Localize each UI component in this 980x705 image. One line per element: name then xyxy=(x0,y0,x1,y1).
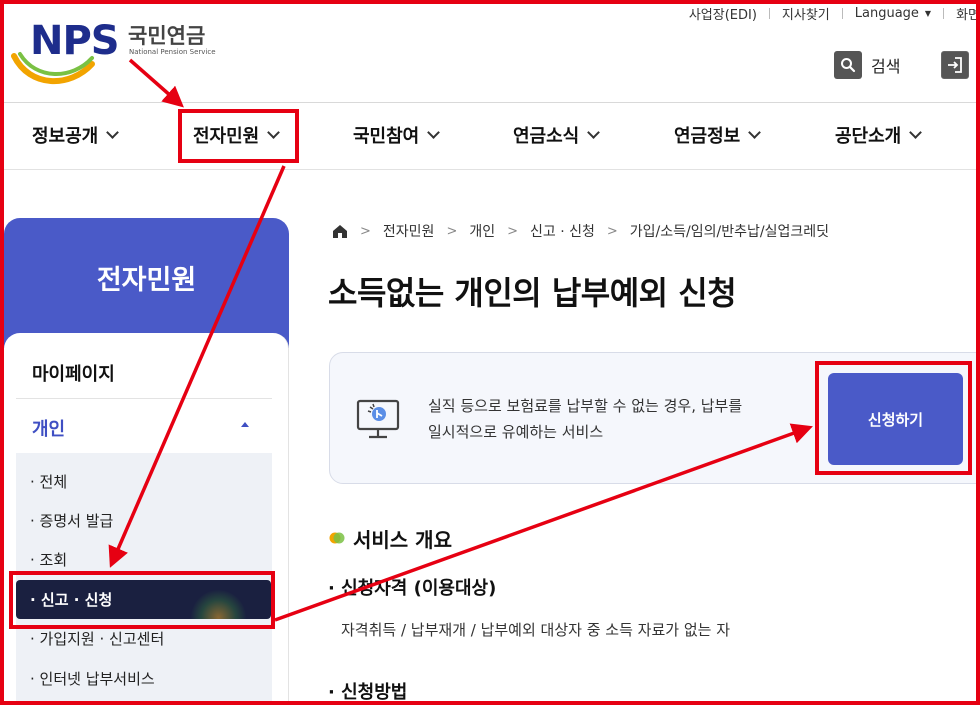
breadcrumb-item[interactable]: 개인 xyxy=(469,221,495,241)
chevron-right-icon: > xyxy=(446,223,458,239)
section-title: 서비스 개요 xyxy=(353,528,452,552)
highlight-box-gnb xyxy=(178,109,299,163)
collapse-arrow-icon[interactable] xyxy=(241,422,249,427)
service-description-line: 실직 등으로 보험료를 납부할 수 없는 경우, 납부를 xyxy=(428,397,743,415)
monitor-touch-icon xyxy=(356,399,400,439)
divider xyxy=(16,398,272,399)
chevron-down-icon xyxy=(427,125,441,139)
gnb-item-info[interactable]: 정보공개 xyxy=(32,122,120,148)
submenu-item-inquiry[interactable]: · 조회 xyxy=(30,549,67,570)
util-link-language[interactable]: Language xyxy=(855,6,919,21)
method-heading: · 신청방법 xyxy=(328,682,408,703)
gnb-label: 연금정보 xyxy=(674,126,741,147)
login-button[interactable] xyxy=(941,51,969,79)
service-description: 실직 등으로 보험료를 납부할 수 없는 경우, 납부를 일시적으로 유예하는 … xyxy=(428,393,742,445)
qualification-heading: · 신청자격 (이용대상) xyxy=(328,578,497,599)
util-link-branch[interactable]: 지사찾기 xyxy=(782,4,830,23)
qualification-text: 자격취득 / 납부재개 / 납부예외 대상자 중 소득 자료가 없는 자 xyxy=(341,621,730,639)
chevron-down-icon xyxy=(748,125,762,139)
nps-logo[interactable]: NPS 국민연금 National Pension Service xyxy=(10,14,240,85)
sidebar-title: 전자민원 xyxy=(96,265,197,296)
login-icon xyxy=(948,57,962,73)
util-separator xyxy=(943,8,945,19)
home-icon[interactable] xyxy=(332,223,348,239)
site-header: NPS 국민연금 National Pension Service 사업장(ED… xyxy=(0,0,980,103)
gnb-label: 연금소식 xyxy=(513,126,580,147)
page-title: 소득없는 개인의 납부예외 신청 xyxy=(328,274,737,312)
gnb-label: 공단소개 xyxy=(835,126,902,147)
breadcrumb-item[interactable]: 신고 · 신청 xyxy=(530,221,595,241)
breadcrumb-item[interactable]: 전자민원 xyxy=(383,221,435,241)
sidebar-item-private[interactable]: 개인 xyxy=(32,415,65,441)
caret-down-icon: ▼ xyxy=(924,9,932,18)
logo-korean-text: 국민연금 xyxy=(128,24,206,48)
search-label: 검색 xyxy=(871,57,901,76)
gnb-label: 정보공개 xyxy=(32,126,99,147)
gnb-item-about[interactable]: 공단소개 xyxy=(835,122,923,148)
chevron-down-icon xyxy=(106,125,120,139)
submenu-item-all[interactable]: · 전체 xyxy=(30,471,67,492)
main-navigation: 정보공개 전자민원 국민참여 연금소식 연금정보 공단소개 xyxy=(0,104,980,170)
chevron-right-icon: > xyxy=(507,223,519,239)
gnb-label: 국민참여 xyxy=(353,126,420,147)
util-separator xyxy=(841,8,843,19)
sidebar-item-mypage[interactable]: 마이페이지 xyxy=(32,360,115,386)
submenu-item-certificate[interactable]: · 증명서 발급 xyxy=(30,510,113,531)
gnb-item-participation[interactable]: 국민참여 xyxy=(353,122,441,148)
gnb-item-news[interactable]: 연금소식 xyxy=(513,122,601,148)
util-separator xyxy=(768,8,770,19)
submenu-item-support-center[interactable]: · 가입지원 · 신고센터 xyxy=(30,628,164,649)
chevron-down-icon xyxy=(909,125,923,139)
util-link-edi[interactable]: 사업장(EDI) xyxy=(689,4,757,23)
util-link-screen[interactable]: 화면 xyxy=(956,4,980,23)
highlight-box-submenu xyxy=(9,571,275,629)
chevron-right-icon: > xyxy=(360,223,371,239)
submenu-item-internet-payment[interactable]: · 인터넷 납부서비스 xyxy=(30,668,155,689)
breadcrumb: > 전자민원 > 개인 > 신고 · 신청 > 가입/소득/임의/반추납/실업크… xyxy=(332,221,829,241)
highlight-box-apply xyxy=(815,361,972,475)
logo-nps-text: NPS xyxy=(30,18,120,64)
logo-english-text: National Pension Service xyxy=(129,48,216,56)
search-icon xyxy=(834,51,862,79)
search-button[interactable]: 검색 xyxy=(834,51,900,79)
section-bullet-icon xyxy=(329,532,345,544)
breadcrumb-item-current: 가입/소득/임의/반추납/실업크레딧 xyxy=(629,224,829,240)
chevron-down-icon xyxy=(587,125,601,139)
gnb-item-pension-info[interactable]: 연금정보 xyxy=(674,122,762,148)
service-description-line: 일시적으로 유예하는 서비스 xyxy=(428,423,604,441)
utility-links: 사업장(EDI) 지사찾기 Language ▼ 화면 xyxy=(689,4,980,23)
chevron-right-icon: > xyxy=(606,223,618,239)
